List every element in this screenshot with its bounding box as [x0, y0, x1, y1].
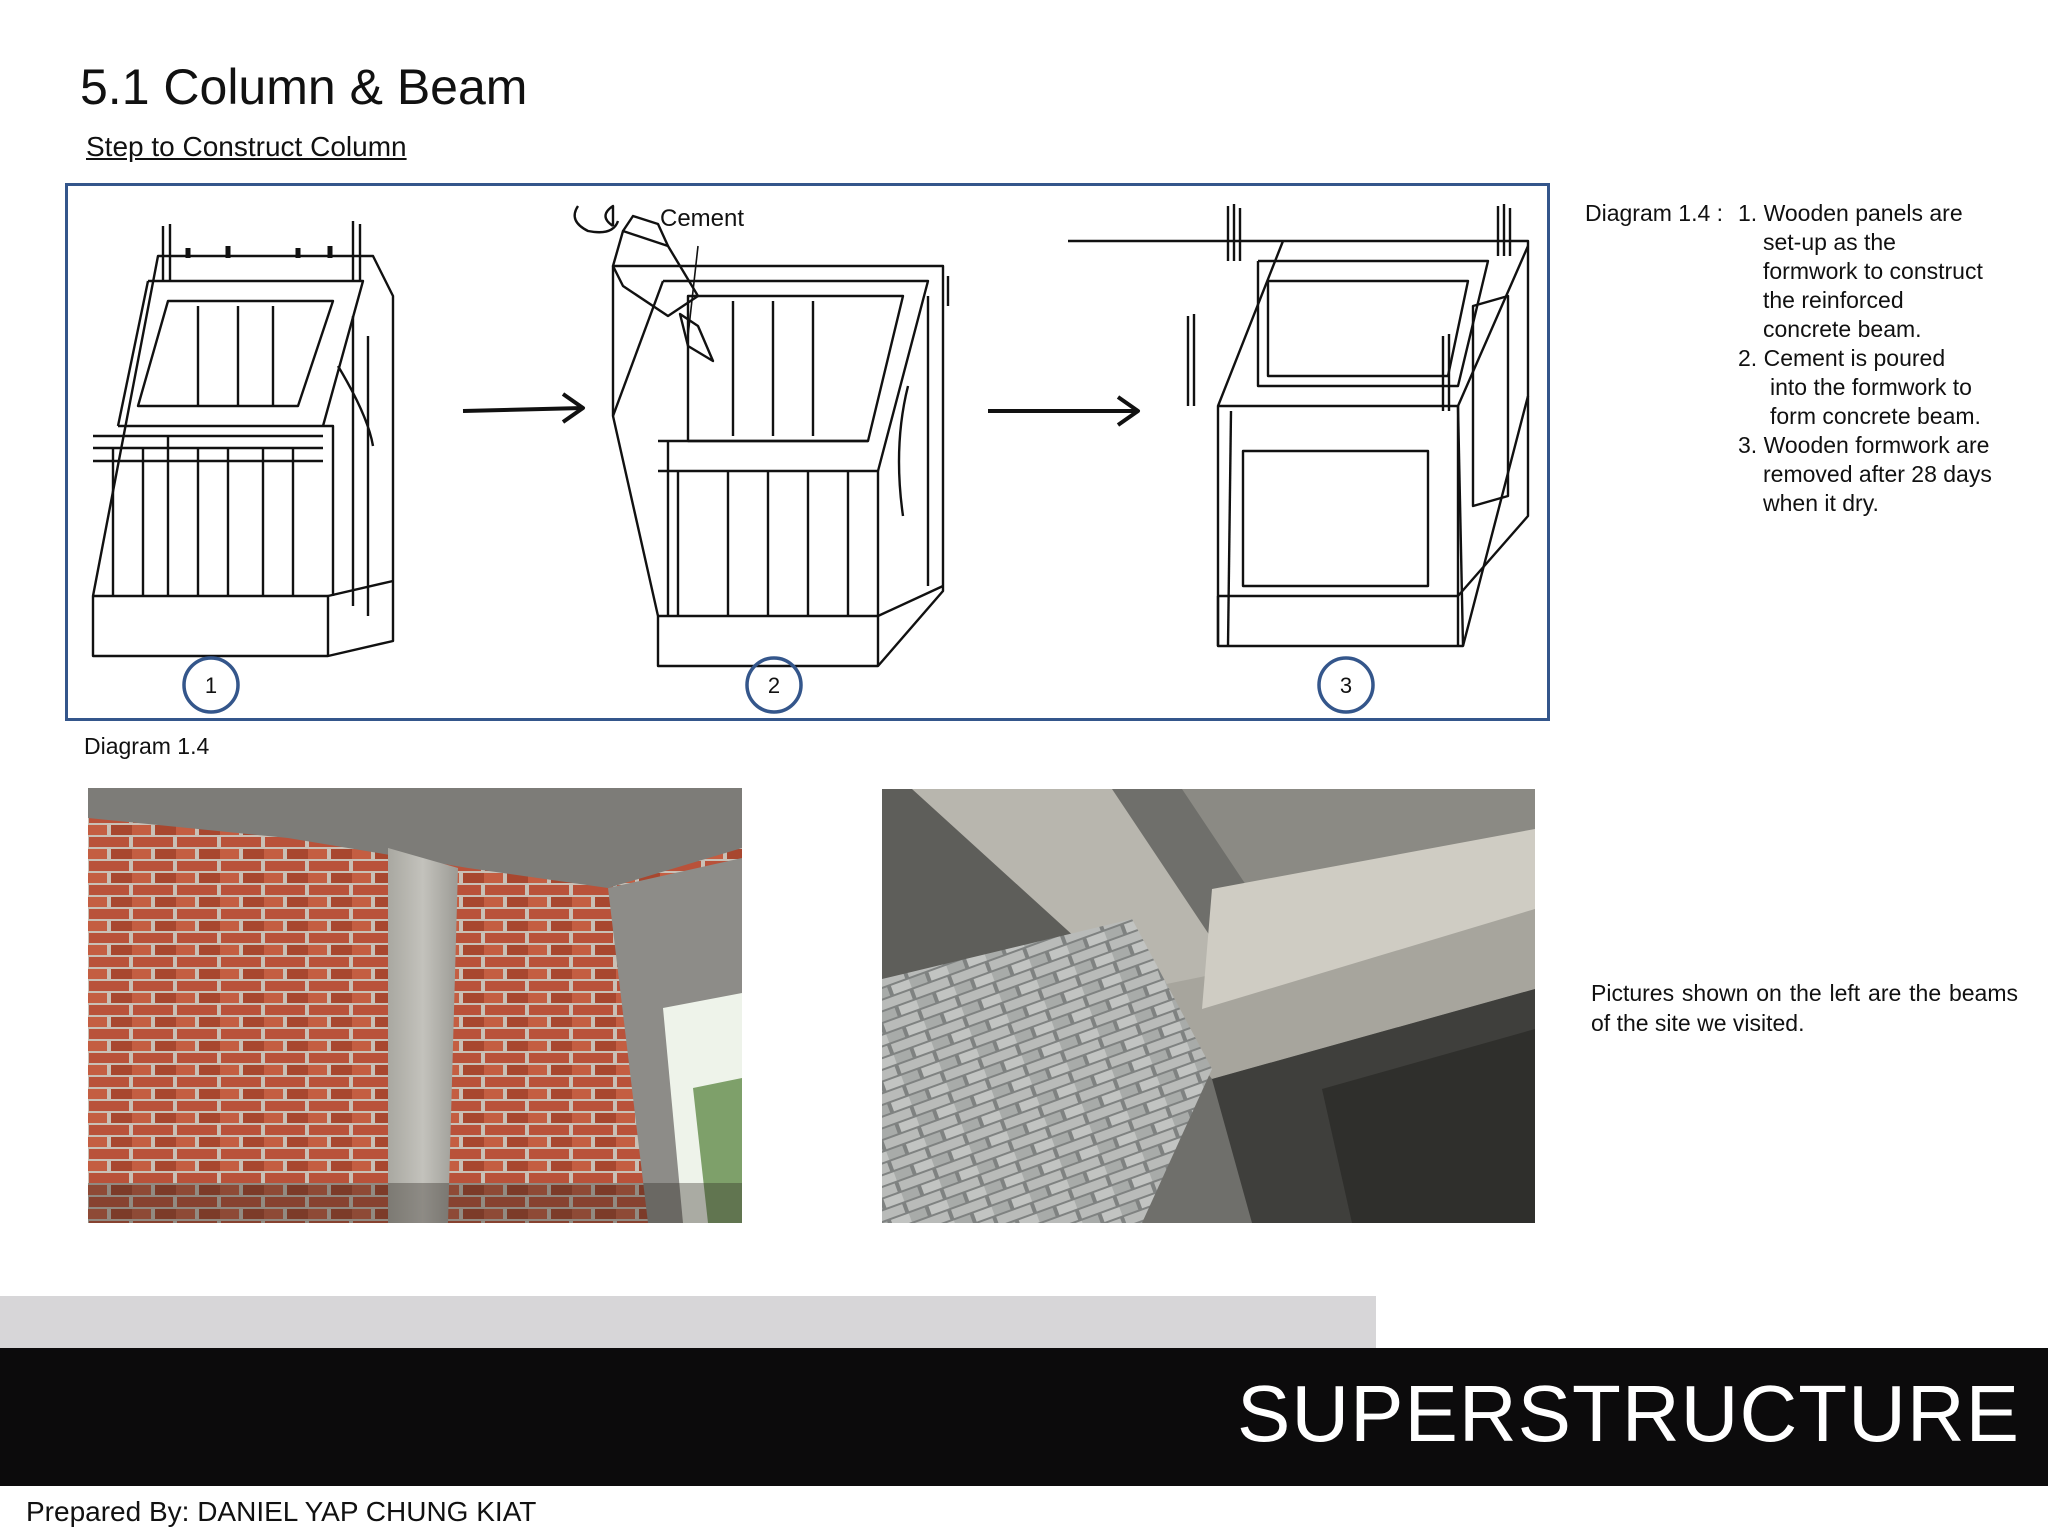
step-number: 1. [1738, 200, 1758, 226]
grey-band [0, 1296, 1376, 1348]
formwork-diagram: Cement 1 2 3 [91, 204, 1530, 714]
step-text: Cement is poured [1763, 345, 1946, 371]
diagram-frame: Cement 1 2 3 [65, 183, 1550, 721]
page-title: 5.1 Column & Beam [80, 59, 528, 115]
page-subtitle: Step to Construct Column [86, 131, 407, 162]
formwork-box-2 [611, 264, 950, 668]
prepared-by: Prepared By: DANIEL YAP CHUNG KIAT [26, 1496, 537, 1527]
formwork-box-1 [91, 221, 395, 658]
steps-lead: Diagram 1.4 : [1585, 200, 1724, 226]
step-item-3: 3. Wooden formwork are removed after 28 … [1738, 431, 1992, 518]
step-number: 3. [1738, 432, 1758, 458]
step-item-2: 2. Cement is poured into the formwork to… [1738, 344, 1981, 431]
site-photo-beam [882, 789, 1535, 1223]
step-text: the reinforced [1763, 287, 1904, 313]
cement-label: Cement [660, 205, 744, 232]
step-number-1: 1 [205, 673, 217, 698]
step-text: removed after 28 days [1763, 461, 1992, 487]
step-text: concrete beam. [1763, 316, 1922, 342]
step-text: form concrete beam. [1770, 403, 1981, 429]
site-photo-column [88, 788, 742, 1223]
section-title: SUPERSTRUCTURE [1237, 1369, 2020, 1458]
step-text: when it dry. [1763, 490, 1879, 516]
step-number-2: 2 [768, 673, 780, 698]
step-text: Wooden panels are [1763, 200, 1963, 226]
pictures-note: Pictures shown on the left are the beams… [1591, 980, 2018, 1036]
step-text: Wooden formwork are [1763, 432, 1990, 458]
step-text: into the formwork to [1770, 374, 1972, 400]
step-text: set-up as the [1763, 229, 1896, 255]
step-number: 2. [1738, 345, 1758, 371]
concrete-beam-box [1068, 204, 1530, 648]
step-item-1: 1. Wooden panels are set-up as the formw… [1738, 199, 1983, 344]
step-number-3: 3 [1340, 673, 1352, 698]
step-text: formwork to construct [1763, 258, 1983, 284]
diagram-caption: Diagram 1.4 [84, 733, 210, 759]
